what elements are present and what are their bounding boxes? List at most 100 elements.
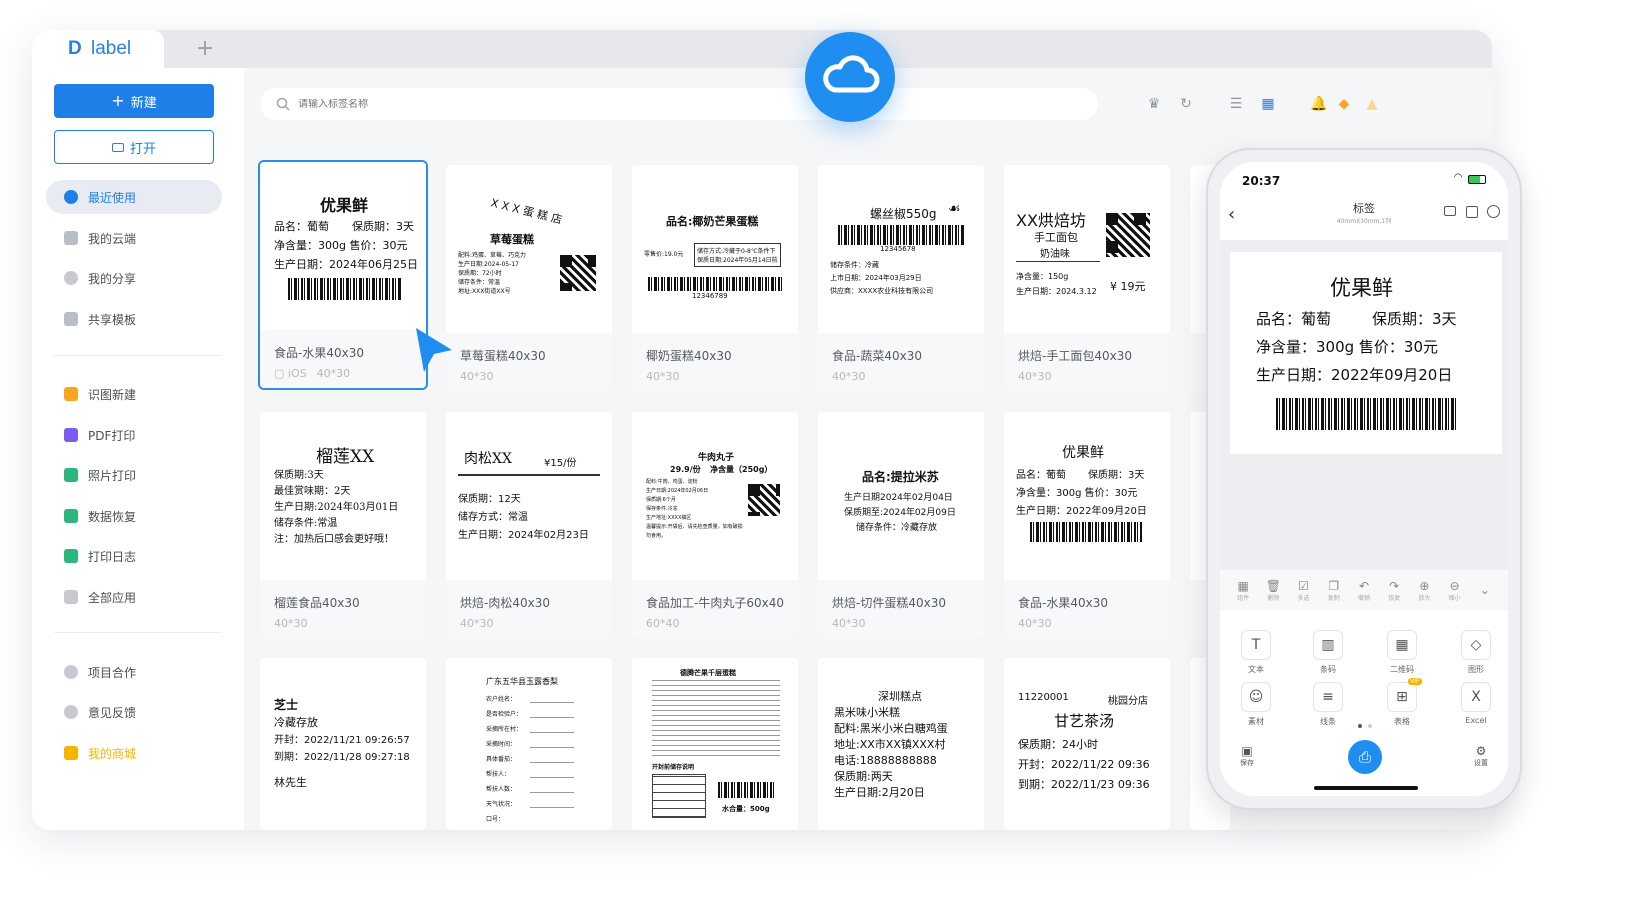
chevron-down-icon[interactable]: ⌄: [1471, 583, 1499, 597]
label-text: 配料:鸡蛋、草莓、巧克力: [458, 252, 527, 259]
label-card-13[interactable]: 德腾芒果千层蛋糕 开封前储存说明 水合量：500g: [632, 658, 798, 830]
resize-icon[interactable]: [1466, 206, 1478, 218]
label-card-8[interactable]: 牛肉丸子 29.9/份 净含量（250g） 配料:牛肉、鸡蛋、淀粉 生产日期:2…: [632, 412, 798, 638]
element-table[interactable]: ⊞ 表格: [1372, 682, 1432, 727]
label-text: 保质期：3天: [352, 220, 414, 233]
label-card-1[interactable]: 优果鲜 品名：葡萄 保质期：3天 净含量：300g 售价：30元 生产日期：20…: [258, 160, 428, 390]
label-text: 采摘时间：: [486, 741, 517, 748]
label-card-9[interactable]: 品名:提拉米苏 生产日期2024年02月04日 保质期至:2024年02月09日…: [818, 412, 984, 638]
qrcode-icon: ▦: [1387, 630, 1417, 660]
label-card-7[interactable]: 肉松XX ¥15/份 保质期：12天 储存方式：常温 生产日期：2024年02月…: [446, 412, 612, 638]
sidebar-item-label: 我的商城: [88, 746, 137, 761]
element-text[interactable]: T 文本: [1226, 630, 1286, 675]
card-name: 食品-水果40x30: [1018, 596, 1108, 610]
phone-label-preview[interactable]: 优果鲜 品名：葡萄 保质期：3天 净含量：300g 售价：30元 生产日期：20…: [1230, 252, 1502, 454]
element-barcode[interactable]: ▥ 条码: [1298, 630, 1358, 675]
label-text: 水合量：500g: [722, 805, 770, 813]
folder-icon[interactable]: [1444, 206, 1456, 216]
sidebar-item-data-restore[interactable]: 数据恢复: [46, 499, 222, 533]
label-text: 温馨提示:开袋后、请先检查质量，如有破损: [646, 524, 743, 530]
label-card-14[interactable]: 深圳糕点 黑米味小米糕 配料:黑米小米白糖鸡蛋 地址:XX市XX镇XXX村 电话…: [818, 658, 984, 830]
element-qrcode[interactable]: ▦ 二维码: [1372, 630, 1432, 675]
label-card-3[interactable]: 品名:椰奶芒果蛋糕 零售价:19.0元 储存方式:冷藏于0-8℃条件下 保质日期:…: [632, 165, 798, 391]
label-card-5[interactable]: XX烘焙坊 手工面包 奶油味 净含量：150g 生产日期：2024.3.12 ¥…: [1004, 165, 1170, 391]
card-name: 椰奶蛋糕40x30: [646, 349, 732, 363]
sidebar-item-feedback[interactable]: 意见反馈: [46, 695, 222, 729]
bell-icon[interactable]: 🔔: [1310, 96, 1327, 112]
label-preview: 品名:提拉米苏 生产日期2024年02月04日 保质期至:2024年02月09日…: [818, 412, 984, 580]
tool-undo[interactable]: ↶ 撤销: [1350, 579, 1378, 602]
label-text: 配料:牛肉、鸡蛋、淀粉: [646, 479, 698, 485]
sidebar-item-shop[interactable]: 我的商城: [46, 736, 222, 770]
tool-component[interactable]: ▦ 组件: [1229, 579, 1257, 602]
cloud-sync-button[interactable]: [805, 32, 895, 122]
sidebar-item-cloud[interactable]: 我的云端: [46, 221, 222, 255]
grid-view-icon[interactable]: ▦: [1260, 96, 1276, 112]
checkbox-icon: ☑: [1298, 578, 1309, 593]
label-card-4[interactable]: 螺丝椒550g ☙ 12345678 储存条件：冷藏 上市日期：2024年03月…: [818, 165, 984, 391]
sidebar-item-photo-print[interactable]: 照片打印: [46, 458, 222, 492]
sidebar-item-label: 我的分享: [88, 271, 137, 286]
label-preview: 榴莲XX 保质期:3天 最佳赏味期：2天 生产日期:2024年03月01日 储存…: [260, 412, 426, 580]
label-card-2[interactable]: X X X 蛋 糕 店 草莓蛋糕 配料:鸡蛋、草莓、巧克力 生产日期:2024-…: [446, 165, 612, 391]
phone-status-bar: 20:37 ◠: [1220, 162, 1508, 198]
open-label-text: 打开: [129, 141, 156, 157]
label-card-15[interactable]: 11220001 桃园分店 甘艺茶汤 保质期：24小时 开封：2022/11/2…: [1004, 658, 1170, 830]
new-label-button[interactable]: + 新建: [54, 84, 214, 118]
label-preview: 深圳糕点 黑米味小米糕 配料:黑米小米白糖鸡蛋 地址:XX市XX镇XXX村 电话…: [818, 658, 984, 826]
sidebar-item-pdf-print[interactable]: PDF打印: [46, 418, 222, 452]
save-button[interactable]: ▣ 保存: [1240, 744, 1254, 768]
search-input[interactable]: [298, 98, 598, 110]
label-text: 农户姓名：: [486, 696, 517, 703]
sidebar-item-scan-new[interactable]: 识图新建: [46, 377, 222, 411]
element-material[interactable]: ☺ 素材: [1226, 682, 1286, 727]
sidebar-item-all-apps[interactable]: 全部应用: [46, 580, 222, 614]
sidebar-item-collaboration[interactable]: 项目合作: [46, 655, 222, 689]
label-card-12[interactable]: 广东五华县玉露香梨 农户姓名： 是否检验户： 采摘所在村： 采摘时间： 具体番茄…: [446, 658, 612, 830]
tool-multiselect[interactable]: ☑ 多选: [1290, 579, 1318, 602]
field-line: [530, 702, 574, 703]
tool-zoom-out[interactable]: ⊖ 缩小: [1441, 579, 1469, 602]
phone-screen: 20:37 ◠ ‹ 标签 40mmX30mm,1列 优果鲜 品名：葡萄 保质期：…: [1220, 162, 1508, 796]
settings-button[interactable]: ⚙ 设置: [1474, 744, 1488, 768]
list-view-icon[interactable]: ☰: [1228, 96, 1244, 112]
label-text: 保质期:3天: [274, 470, 324, 481]
tool-redo[interactable]: ↷ 恢复: [1380, 579, 1408, 602]
tool-delete[interactable]: 🗑 删除: [1259, 579, 1287, 602]
gift-icon[interactable]: ◆: [1336, 96, 1352, 112]
label-text: 29.9/份: [670, 465, 701, 474]
crown-icon[interactable]: ♛: [1146, 96, 1162, 112]
card-name: 榴莲食品40x30: [274, 596, 360, 610]
refresh-icon[interactable]: ↻: [1178, 96, 1194, 112]
label-card-10[interactable]: 优果鲜 品名：葡萄 保质期：3天 净含量：300g 售价：30元 生产日期：20…: [1004, 412, 1170, 638]
label-card-11[interactable]: 芝士 冷藏存放 开封：2022/11/21 09:26:57 到期：2022/1…: [260, 658, 426, 830]
element-excel[interactable]: X Excel: [1446, 682, 1506, 725]
pepper-icon: ☙: [948, 201, 961, 217]
sidebar-item-print-log[interactable]: 打印日志: [46, 539, 222, 573]
label-text: 勿食用。: [646, 533, 667, 539]
phone-canvas: 优果鲜 品名：葡萄 保质期：3天 净含量：300g 售价：30元 生产日期：20…: [1220, 240, 1508, 570]
sidebar-item-share[interactable]: 我的分享: [46, 261, 222, 295]
search-icon: [276, 97, 290, 111]
sidebar-item-recent[interactable]: 最近使用: [46, 180, 222, 214]
label-card-6[interactable]: 榴莲XX 保质期:3天 最佳赏味期：2天 生产日期:2024年03月01日 储存…: [260, 412, 426, 638]
search-bar[interactable]: [260, 88, 1098, 120]
print-button[interactable]: ⎙: [1348, 740, 1382, 774]
open-label-button[interactable]: 打开: [54, 130, 214, 164]
element-shape[interactable]: ◇ 图形: [1446, 630, 1506, 675]
info-icon[interactable]: [1487, 205, 1500, 218]
label-text: ¥15/份: [544, 458, 577, 469]
label-text: 品名：葡萄: [1016, 470, 1066, 481]
wifi-icon: ◠: [1454, 172, 1462, 183]
sidebar-item-shared-templates[interactable]: 共享模板: [46, 302, 222, 336]
barcode: [1276, 398, 1456, 430]
add-tab-button[interactable]: +: [192, 36, 218, 62]
notice-icon[interactable]: ▲: [1364, 96, 1380, 112]
label-text: 生产日期：2024年02月23日: [458, 530, 589, 541]
tab-label-app[interactable]: D label: [32, 30, 164, 68]
label-text: 榴莲XX: [316, 447, 375, 467]
tool-zoom-in[interactable]: ⊕ 放大: [1410, 579, 1438, 602]
line-icon: ≡: [1313, 682, 1343, 712]
tool-copy[interactable]: ❐ 复制: [1320, 579, 1348, 602]
element-line[interactable]: ≡ 线条: [1298, 682, 1358, 727]
